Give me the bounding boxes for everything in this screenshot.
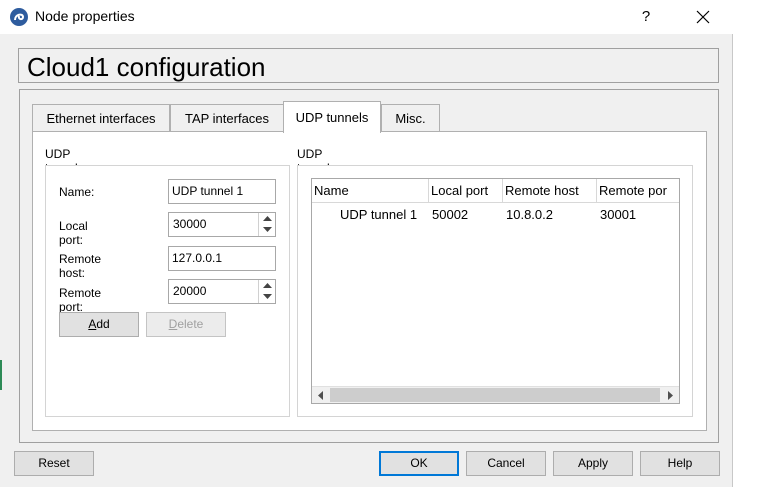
tab-misc[interactable]: Misc. <box>381 104 440 132</box>
local-port-value: 30000 <box>173 217 207 231</box>
cancel-button[interactable]: Cancel <box>466 451 546 476</box>
remote-port-value: 20000 <box>173 284 207 298</box>
add-button[interactable]: Add <box>59 312 139 337</box>
tab-tap-interfaces[interactable]: TAP interfaces <box>170 104 284 132</box>
delete-button[interactable]: Delete <box>146 312 226 337</box>
window-edge-marker <box>0 360 2 390</box>
scroll-right-button[interactable] <box>662 387 679 403</box>
window-title: Node properties <box>35 8 135 24</box>
scrollbar-thumb[interactable] <box>330 388 660 402</box>
remote-host-field[interactable]: 127.0.0.1 <box>168 246 276 271</box>
chevron-down-icon <box>262 294 272 299</box>
scroll-right-icon <box>668 390 673 400</box>
remote-port-up-button[interactable] <box>259 280 275 291</box>
local-port-up-button[interactable] <box>259 213 275 224</box>
row-local-port-cell: 50002 <box>432 207 469 222</box>
row-remote-port-cell: 30001 <box>600 207 637 222</box>
column-header-local-port[interactable]: Local port <box>429 179 503 203</box>
app-icon <box>9 7 29 27</box>
chevron-up-icon <box>262 216 272 221</box>
horizontal-scrollbar[interactable] <box>312 386 679 403</box>
ok-button[interactable]: OK <box>379 451 459 476</box>
remote-port-down-button[interactable] <box>259 291 275 302</box>
chevron-up-icon <box>262 283 272 288</box>
name-field[interactable]: UDP tunnel 1 <box>168 179 276 204</box>
local-port-spin-buttons <box>258 213 275 236</box>
remote-host-label: Remote host: <box>59 252 102 280</box>
node-properties-dialog: Node properties ? Cloud1 configuration E… <box>0 0 733 487</box>
local-port-label: Local port: <box>59 219 88 247</box>
help-button[interactable]: Help <box>640 451 720 476</box>
remote-port-label: Remote port: <box>59 286 102 314</box>
apply-button[interactable]: Apply <box>553 451 633 476</box>
close-button[interactable] <box>686 3 720 31</box>
close-icon <box>696 10 710 24</box>
remote-port-spin-buttons <box>258 280 275 303</box>
column-header-remote-port[interactable]: Remote por <box>597 179 679 203</box>
scroll-left-icon <box>318 390 323 400</box>
chevron-down-icon <box>262 227 272 232</box>
configuration-heading: Cloud1 configuration <box>27 52 266 82</box>
remote-port-stepper[interactable]: 20000 <box>168 279 276 304</box>
title-bar: Node properties ? <box>0 0 733 34</box>
name-label: Name: <box>59 185 95 199</box>
configuration-heading-box: Cloud1 configuration <box>18 48 719 83</box>
row-name-cell: UDP tunnel 1 <box>340 207 418 222</box>
title-help-button[interactable]: ? <box>630 3 662 31</box>
scroll-left-button[interactable] <box>312 387 329 403</box>
tab-udp-tunnels[interactable]: UDP tunnels <box>283 101 381 133</box>
udp-tunnels-table[interactable]: Name Local port Remote host Remote por U… <box>311 178 680 404</box>
local-port-stepper[interactable]: 30000 <box>168 212 276 237</box>
table-header: Name Local port Remote host Remote por <box>312 179 679 203</box>
column-header-name[interactable]: Name <box>312 179 429 203</box>
column-header-remote-host[interactable]: Remote host <box>503 179 597 203</box>
reset-button[interactable]: Reset <box>14 451 94 476</box>
tab-ethernet-interfaces[interactable]: Ethernet interfaces <box>32 104 170 132</box>
row-remote-host-cell: 10.8.0.2 <box>506 207 553 222</box>
local-port-down-button[interactable] <box>259 224 275 235</box>
